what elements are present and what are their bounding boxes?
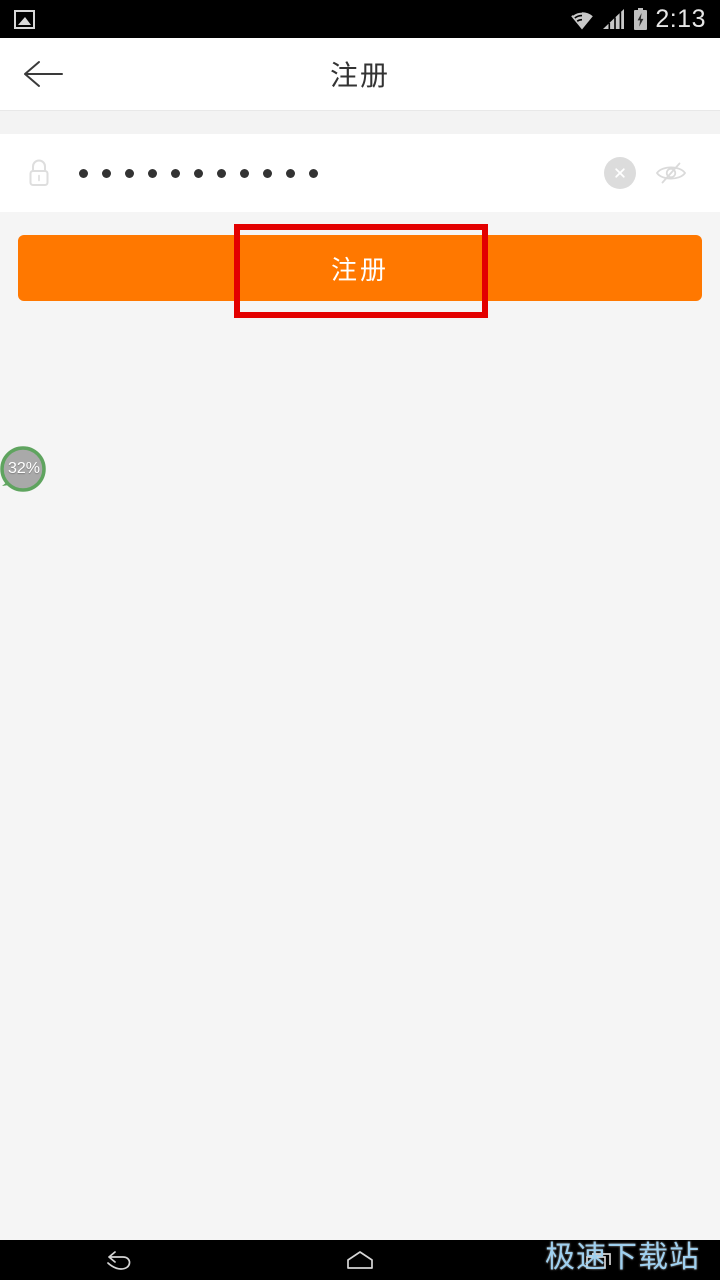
- password-dot: [102, 168, 111, 178]
- password-dot: [309, 168, 318, 178]
- lock-icon: [26, 158, 52, 188]
- clear-circle-icon: [615, 168, 625, 178]
- photo-icon: [14, 9, 35, 29]
- password-field-row[interactable]: [0, 134, 720, 212]
- toggle-password-visibility-button[interactable]: [654, 156, 688, 190]
- signal-bars-icon: [603, 8, 625, 29]
- battery-charging-icon: [634, 7, 648, 30]
- nav-back-icon: [107, 1251, 131, 1270]
- password-dot: [217, 168, 226, 178]
- nav-home-icon: [347, 1251, 373, 1269]
- password-dot: [171, 168, 180, 178]
- password-dot: [263, 168, 272, 178]
- eye-off-icon: [655, 162, 687, 184]
- back-arrow-icon: [24, 61, 63, 87]
- register-button[interactable]: 注册: [18, 235, 702, 301]
- status-bar-clock: 2:13: [655, 4, 706, 33]
- page-title: 注册: [329, 59, 390, 92]
- app-header: 注册: [0, 38, 720, 110]
- download-progress-badge[interactable]: 32%: [0, 446, 48, 494]
- phone-screen: 2:13 注册 注册 32% 极速下载站: [0, 0, 720, 1280]
- password-dot: [79, 168, 88, 178]
- clear-input-button[interactable]: [604, 157, 636, 189]
- site-watermark: 极速下载站: [545, 1240, 700, 1275]
- status-bar-right: 2:13: [569, 4, 706, 33]
- nav-back-button[interactable]: [60, 1240, 180, 1280]
- wifi-icon: [571, 10, 594, 29]
- back-button[interactable]: [8, 38, 78, 110]
- password-dot: [240, 168, 249, 178]
- nav-home-button[interactable]: [300, 1240, 420, 1280]
- password-dot: [286, 168, 295, 178]
- status-bar-left: [14, 9, 35, 29]
- progress-percent-label: 32%: [7, 460, 41, 477]
- password-dot: [125, 168, 134, 178]
- password-dot: [148, 168, 157, 178]
- password-dot: [194, 168, 203, 178]
- password-input[interactable]: [79, 168, 604, 178]
- status-bar: 2:13: [0, 0, 720, 38]
- section-gap: [0, 111, 720, 134]
- register-button-label: 注册: [330, 255, 389, 286]
